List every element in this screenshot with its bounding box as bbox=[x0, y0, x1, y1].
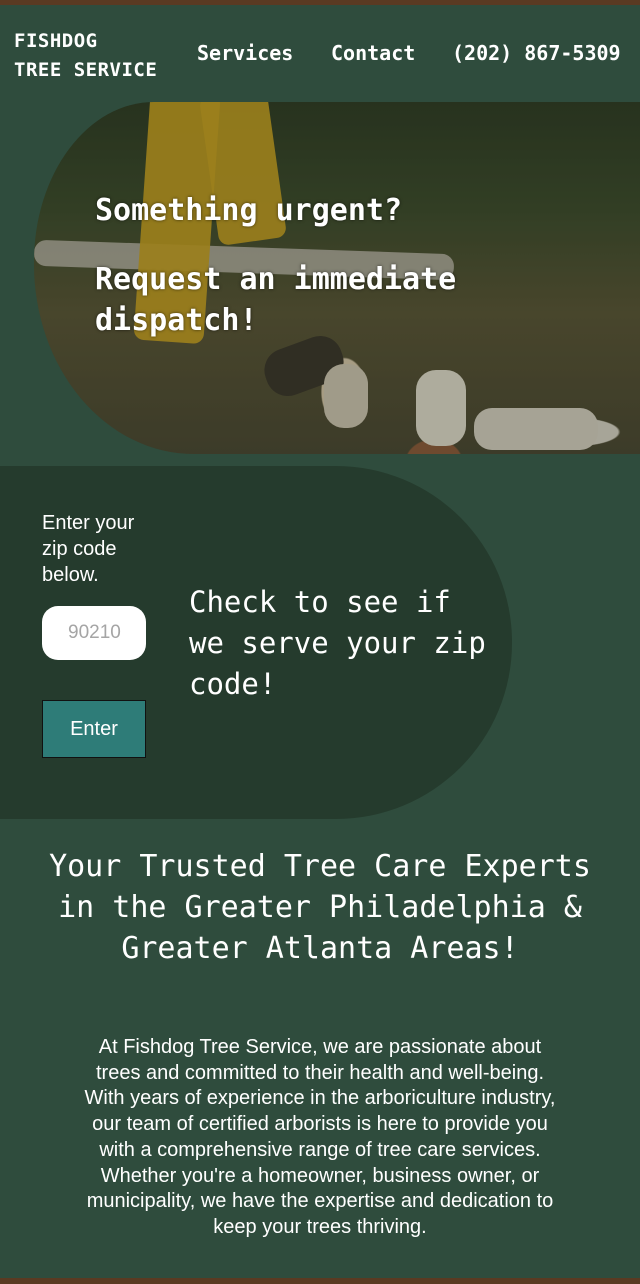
nav-contact-link[interactable]: Contact bbox=[331, 41, 415, 65]
hero-line-2: Request an immediate bbox=[95, 262, 457, 297]
zip-input[interactable] bbox=[42, 606, 146, 660]
intro-paragraph: At Fishdog Tree Service, we are passiona… bbox=[84, 1036, 556, 1238]
hero-title: Something urgent? Request an immediate d… bbox=[95, 190, 515, 341]
zip-enter-button[interactable]: Enter bbox=[42, 700, 146, 758]
hero-line-3: dispatch! bbox=[95, 303, 258, 338]
logo-line-2: TREE SERVICE bbox=[14, 59, 158, 81]
zip-check-panel: Enter your zip code below. Enter Check t… bbox=[0, 466, 512, 819]
zip-cta-text: Check to see if we serve your zip code! bbox=[189, 585, 486, 701]
site-header: FISHDOG TREE SERVICE Services Contact (2… bbox=[0, 5, 640, 102]
nav-services-link[interactable]: Services bbox=[197, 41, 293, 65]
hero-banner: Something urgent? Request an immediate d… bbox=[34, 102, 640, 454]
site-logo[interactable]: FISHDOG TREE SERVICE bbox=[14, 27, 157, 85]
zip-label: Enter your zip code below. bbox=[42, 512, 135, 586]
nav-phone-link[interactable]: (202) 867-5309 bbox=[452, 41, 621, 65]
main-heading: Your Trusted Tree Care Experts in the Gr… bbox=[49, 849, 591, 966]
logo-line-1: FISHDOG bbox=[14, 30, 98, 52]
hero-spacer bbox=[95, 231, 515, 259]
bottom-border bbox=[0, 1278, 640, 1284]
hero-line-1: Something urgent? bbox=[95, 193, 403, 228]
